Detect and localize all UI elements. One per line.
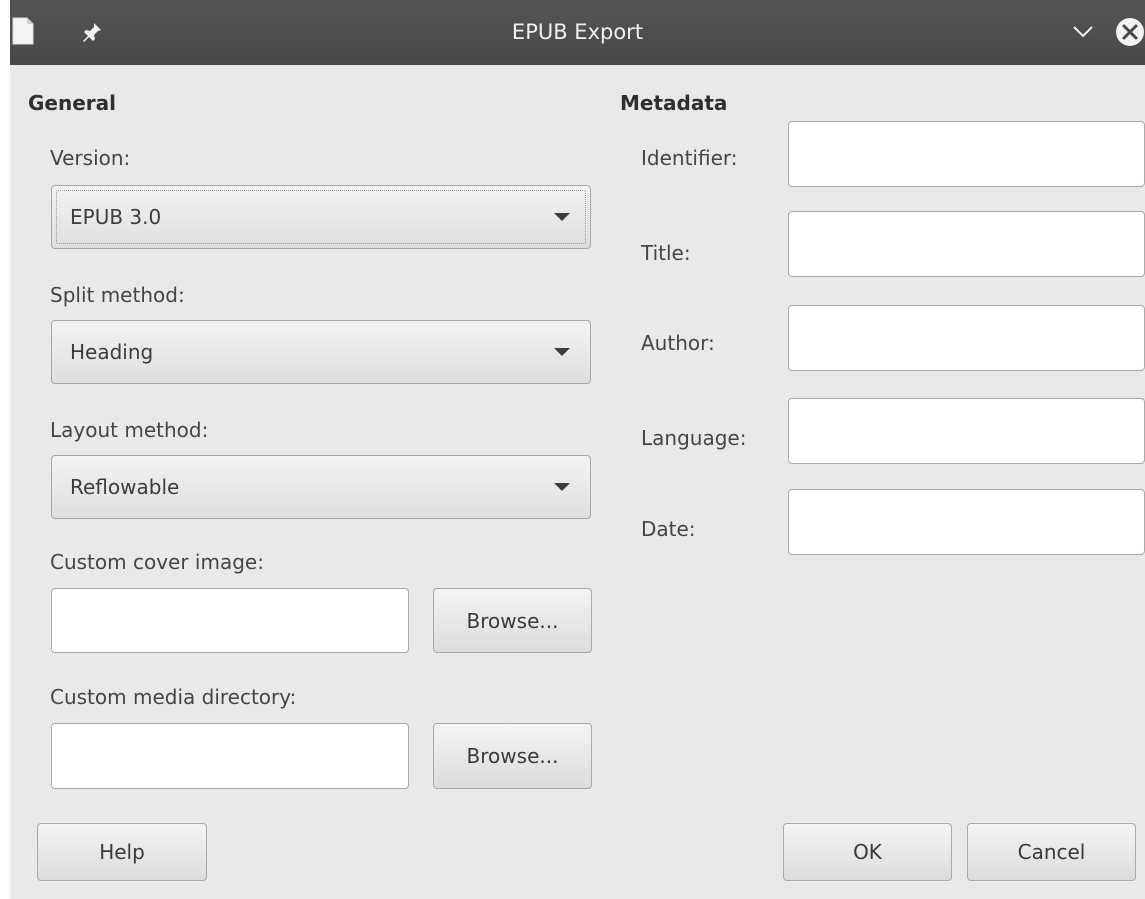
version-select-value: EPUB 3.0 <box>70 205 162 229</box>
version-label: Version: <box>50 146 131 170</box>
language-input[interactable] <box>788 398 1145 464</box>
media-browse-button[interactable]: Browse... <box>433 723 592 789</box>
language-label: Language: <box>641 426 747 450</box>
author-input[interactable] <box>788 305 1145 371</box>
ok-button[interactable]: OK <box>783 823 952 881</box>
split-method-select[interactable]: Heading <box>51 320 591 384</box>
metadata-heading: Metadata <box>620 91 728 115</box>
window-title: EPUB Export <box>511 20 644 44</box>
dropdown-arrow-icon <box>554 213 570 221</box>
dropdown-arrow-icon <box>554 348 570 356</box>
identifier-input[interactable] <box>788 121 1145 187</box>
epub-export-dialog: EPUB Export General Version: EPUB 3.0 Sp… <box>10 0 1145 899</box>
layout-method-select-value: Reflowable <box>70 475 180 499</box>
author-label: Author: <box>641 331 715 355</box>
title-bar[interactable]: EPUB Export <box>10 0 1145 65</box>
media-directory-input[interactable] <box>51 723 409 789</box>
cancel-button[interactable]: Cancel <box>967 823 1136 881</box>
title-input[interactable] <box>788 211 1145 277</box>
split-method-select-value: Heading <box>70 340 154 364</box>
date-label: Date: <box>641 517 696 541</box>
identifier-label: Identifier: <box>641 146 738 170</box>
version-select[interactable]: EPUB 3.0 <box>51 185 591 249</box>
split-method-label: Split method: <box>50 283 185 307</box>
cover-browse-button[interactable]: Browse... <box>433 588 592 653</box>
cover-image-label: Custom cover image: <box>50 550 264 574</box>
media-directory-label: Custom media directory: <box>50 685 297 709</box>
cover-image-input[interactable] <box>51 588 409 653</box>
general-heading: General <box>28 91 116 115</box>
close-icon[interactable] <box>1115 17 1145 47</box>
title-label: Title: <box>641 241 691 265</box>
dialog-content: General Version: EPUB 3.0 Split method: … <box>10 65 1145 899</box>
layout-method-label: Layout method: <box>50 418 209 442</box>
chevron-down-icon[interactable] <box>1072 24 1094 40</box>
help-button[interactable]: Help <box>37 823 207 881</box>
date-input[interactable] <box>788 489 1145 555</box>
dropdown-arrow-icon <box>554 483 570 491</box>
layout-method-select[interactable]: Reflowable <box>51 455 591 519</box>
